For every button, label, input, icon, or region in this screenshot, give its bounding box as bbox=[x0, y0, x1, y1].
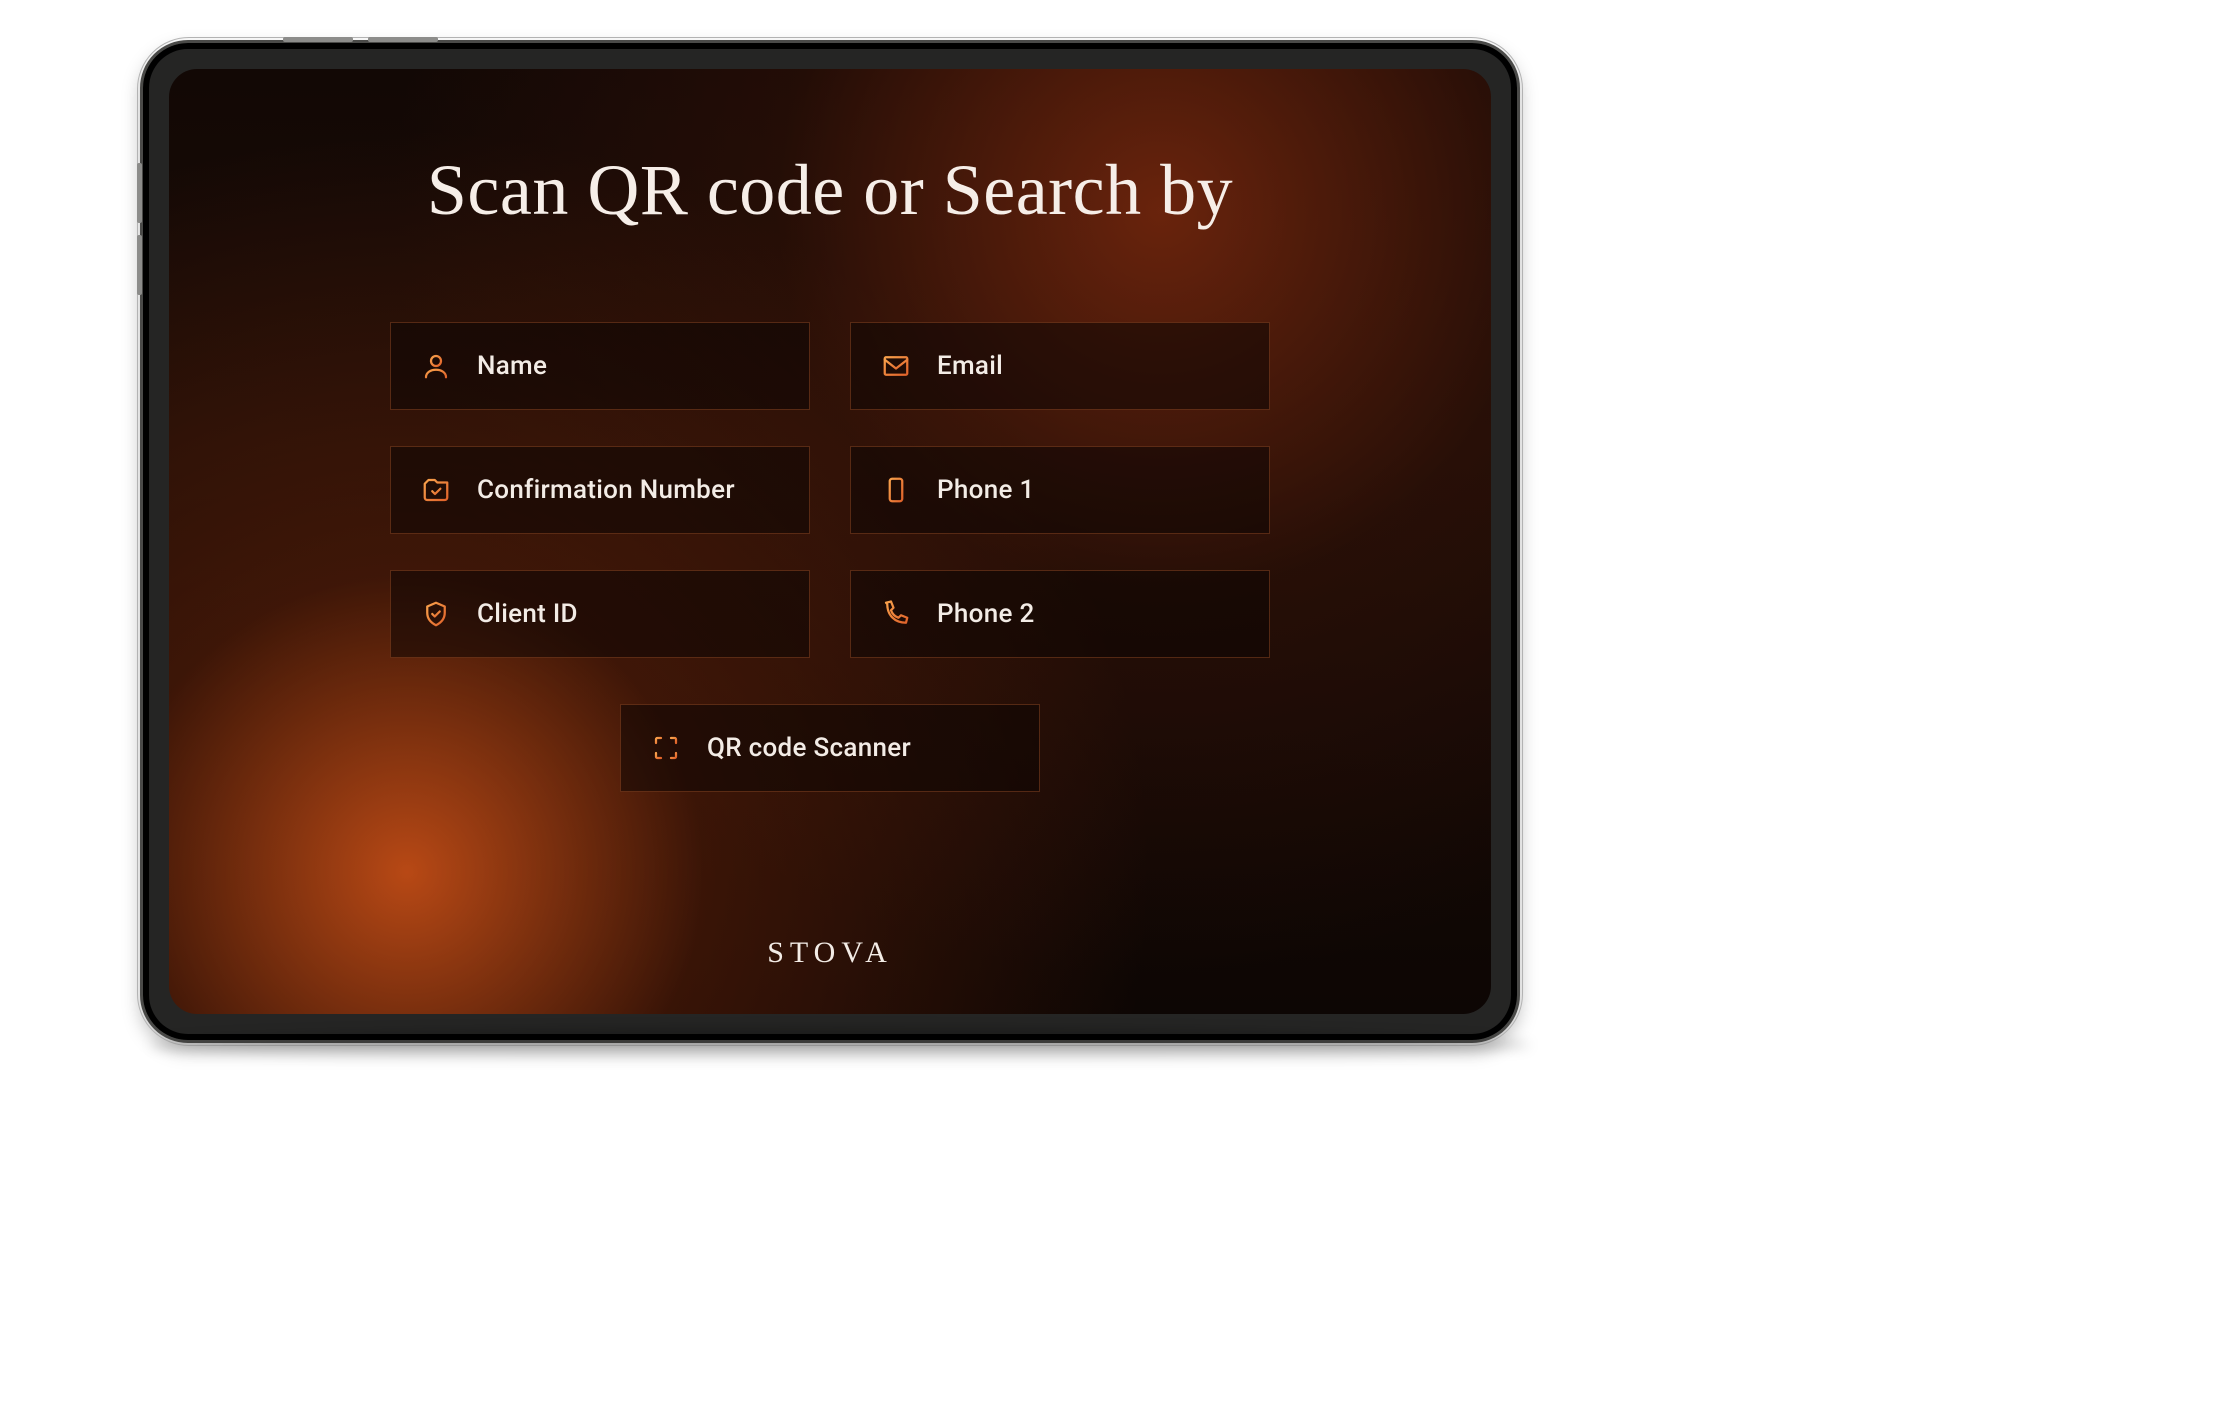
tablet-frame: Scan QR code or Search by Name bbox=[140, 40, 1520, 1043]
lock-button[interactable] bbox=[368, 37, 438, 42]
option-label: Phone 2 bbox=[937, 599, 1035, 629]
check-folder-icon bbox=[421, 475, 451, 505]
option-phone-2[interactable]: Phone 2 bbox=[850, 570, 1270, 658]
search-options-grid: Name Email bbox=[390, 322, 1270, 658]
user-icon bbox=[421, 351, 451, 381]
smartphone-icon bbox=[881, 475, 911, 505]
tablet-screen: Scan QR code or Search by Name bbox=[169, 69, 1491, 1014]
option-label: Client ID bbox=[477, 599, 578, 629]
option-name[interactable]: Name bbox=[390, 322, 810, 410]
brand-logo: STOVA bbox=[767, 936, 893, 974]
volume-down-button[interactable] bbox=[137, 235, 142, 295]
option-phone-1[interactable]: Phone 1 bbox=[850, 446, 1270, 534]
option-label: Phone 1 bbox=[937, 475, 1035, 505]
power-button[interactable] bbox=[283, 37, 353, 42]
option-confirmation-number[interactable]: Confirmation Number bbox=[390, 446, 810, 534]
option-label: Confirmation Number bbox=[477, 475, 735, 505]
option-label: Email bbox=[937, 351, 1003, 381]
volume-up-button[interactable] bbox=[137, 163, 142, 223]
option-label: QR code Scanner bbox=[707, 733, 911, 763]
option-qr-scanner[interactable]: QR code Scanner bbox=[620, 704, 1040, 792]
option-client-id[interactable]: Client ID bbox=[390, 570, 810, 658]
envelope-icon bbox=[881, 351, 911, 381]
phone-handset-icon bbox=[881, 599, 911, 629]
option-email[interactable]: Email bbox=[850, 322, 1270, 410]
option-label: Name bbox=[477, 351, 547, 381]
page-title: Scan QR code or Search by bbox=[427, 149, 1233, 232]
tablet-shadow bbox=[150, 1030, 1530, 1060]
shield-check-icon bbox=[421, 599, 451, 629]
qr-brackets-icon bbox=[651, 733, 681, 763]
